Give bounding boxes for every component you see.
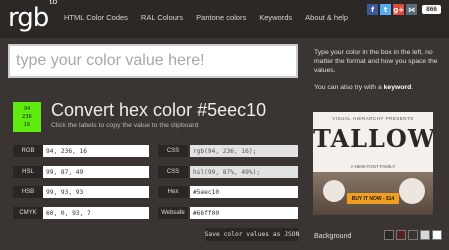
google-plus-icon[interactable]: g+ (393, 4, 405, 15)
logo-text: rgb (8, 3, 49, 33)
page-title: Convert hex color #5eec10 (51, 100, 267, 120)
logo-superscript: to (49, 0, 58, 7)
facebook-icon[interactable]: f (367, 4, 379, 15)
background-label: Background (314, 233, 352, 240)
nav-pantone-colors[interactable]: Pantone colors (196, 13, 246, 22)
help-panel: Type your color in the box in the left, … (314, 48, 442, 100)
hex-value[interactable]: #5eec10 (190, 186, 298, 198)
background-swatch[interactable] (432, 230, 442, 240)
hsb-value[interactable]: 99, 93, 93 (43, 186, 149, 198)
hsb-label[interactable]: HSB (13, 186, 43, 198)
save-json-button[interactable]: Save color values as JSON (205, 228, 299, 241)
hex-label[interactable]: Hex (158, 186, 188, 198)
advertisement-banner[interactable]: VISUAL HIERARCHY PRESENTS TALLOW A NEW F… (313, 112, 433, 215)
css-rgb-label[interactable]: CSS (158, 145, 188, 157)
share-icon[interactable]: ⋈ (406, 4, 418, 15)
ad-title: TALLOW (313, 124, 433, 166)
color-input[interactable] (10, 46, 296, 76)
main-nav: HTML Color Codes RAL Colours Pantone col… (64, 13, 361, 22)
cmyk-value[interactable]: 60, 0, 93, 7 (43, 207, 149, 219)
css-hsl-label[interactable]: CSS (158, 166, 188, 178)
help-hint-prefix: You can also try with a (314, 84, 384, 91)
ad-subtitle: A NEW FONT FAMILY (313, 164, 433, 172)
background-swatch[interactable] (396, 230, 406, 240)
ad-pretitle: VISUAL HIERARCHY PRESENTS (332, 116, 414, 121)
site-logo[interactable]: rgbto (8, 0, 58, 33)
nav-ral-colours[interactable]: RAL Colours (141, 13, 183, 22)
help-keyword-hint: You can also try with a keyword. (314, 83, 442, 92)
help-text: Type your color in the box in the left, … (314, 49, 438, 74)
color-swatch: 94 236 16 (13, 102, 41, 132)
nav-keywords[interactable]: Keywords (259, 13, 292, 22)
twitter-icon[interactable]: t (380, 4, 392, 15)
websafe-value[interactable]: #66ff00 (190, 207, 298, 219)
ad-buy-button[interactable]: BUY IT NOW - $14 (347, 193, 399, 204)
websafe-label[interactable]: Websafe (158, 207, 188, 219)
background-swatch[interactable] (420, 230, 430, 240)
share-count: 866 (422, 5, 441, 14)
cup-image (399, 178, 425, 204)
rgb-label[interactable]: RGB (13, 145, 43, 157)
cmyk-label[interactable]: CMYK (13, 207, 43, 219)
rgb-value[interactable]: 94, 236, 16 (43, 145, 149, 157)
hsl-value[interactable]: 99, 87, 49 (43, 166, 149, 178)
swatch-g: 236 (22, 114, 32, 120)
css-rgb-value[interactable]: rgb(94, 236, 16); (190, 145, 298, 157)
color-input-box (8, 44, 298, 78)
keyword-link[interactable]: keyword (384, 84, 412, 91)
nav-html-color-codes[interactable]: HTML Color Codes (64, 13, 128, 22)
cup-image (323, 180, 345, 202)
social-buttons: f t g+ ⋈ 866 (367, 4, 441, 15)
page-subtitle: Click the labels to copy the value to th… (51, 122, 199, 129)
css-hsl-value[interactable]: hsl(99, 87%, 49%); (190, 166, 298, 178)
help-hint-suffix: . (411, 84, 414, 91)
top-bar: rgbto HTML Color Codes RAL Colours Panto… (0, 0, 449, 38)
hsl-label[interactable]: HSL (13, 166, 43, 178)
swatch-b: 16 (23, 122, 31, 128)
background-swatch[interactable] (384, 230, 394, 240)
background-swatch[interactable] (408, 230, 418, 240)
nav-about-help[interactable]: About & help (305, 13, 348, 22)
swatch-r: 94 (23, 106, 31, 112)
